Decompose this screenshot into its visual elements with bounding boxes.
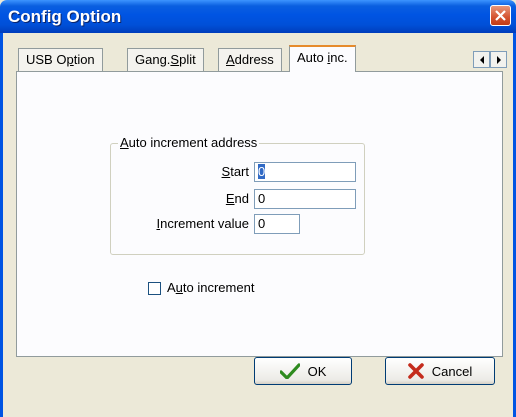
legend-rest: uto increment address bbox=[128, 135, 258, 150]
chk-label-post: to increment bbox=[182, 280, 255, 295]
increment-value: 0 bbox=[258, 216, 266, 231]
tab-scroll-left-button[interactable] bbox=[473, 51, 490, 68]
tab-label-key: p bbox=[66, 52, 74, 67]
cross-icon bbox=[407, 363, 424, 379]
tab-label-key: A bbox=[226, 52, 235, 67]
tab-scroll-arrows bbox=[473, 51, 507, 68]
tab-label-post: plit bbox=[179, 52, 196, 67]
auto-increment-label[interactable]: Auto increment bbox=[167, 280, 254, 295]
start-value: 0 bbox=[258, 164, 266, 179]
increment-label-rest: ncrement value bbox=[160, 216, 249, 231]
tab-label-pre: Gang. bbox=[135, 52, 171, 67]
tab-scroll-right-button[interactable] bbox=[490, 51, 507, 68]
start-label-key: S bbox=[221, 164, 231, 179]
chk-label-pre: A bbox=[167, 280, 176, 295]
start-field[interactable]: 0 bbox=[254, 162, 356, 182]
end-field[interactable]: 0 bbox=[254, 189, 356, 209]
arrow-right-icon bbox=[496, 55, 501, 64]
end-label: End bbox=[226, 191, 249, 206]
legend-key: A bbox=[120, 135, 129, 150]
cancel-label: Cancel bbox=[431, 363, 473, 379]
end-value: 0 bbox=[258, 191, 266, 206]
increment-field[interactable]: 0 bbox=[254, 214, 300, 234]
end-label-rest: nd bbox=[234, 191, 249, 206]
auto-increment-checkbox[interactable] bbox=[148, 282, 161, 295]
title-bar[interactable]: Config Option bbox=[0, 0, 516, 33]
tab-label-post: tion bbox=[73, 52, 95, 67]
start-label: Start bbox=[222, 164, 249, 179]
close-button[interactable] bbox=[490, 5, 511, 26]
tab-address[interactable]: Address bbox=[218, 48, 282, 72]
ok-label: OK bbox=[307, 363, 327, 379]
window-title: Config Option bbox=[8, 7, 122, 26]
cancel-button[interactable]: Cancel bbox=[385, 357, 495, 385]
group-legend: Auto increment address bbox=[118, 135, 260, 150]
arrow-left-icon bbox=[479, 55, 484, 64]
tab-label-post: nc. bbox=[330, 50, 348, 65]
ok-button[interactable]: OK bbox=[254, 357, 352, 385]
checkmark-icon bbox=[279, 363, 300, 379]
start-label-rest: tart bbox=[230, 164, 249, 179]
tab-label-post: ddress bbox=[234, 52, 274, 67]
tab-label-pre: USB O bbox=[26, 52, 67, 67]
tab-usb-option[interactable]: USB Option bbox=[18, 48, 103, 72]
tab-label-pre: Auto bbox=[297, 50, 328, 65]
close-icon bbox=[495, 10, 506, 21]
tab-auto-inc[interactable]: Auto inc. bbox=[289, 45, 356, 72]
window-border-left bbox=[0, 33, 3, 417]
tab-gang-split[interactable]: Gang.Split bbox=[127, 48, 204, 72]
chk-label-key: u bbox=[175, 280, 183, 295]
tab-label-key: S bbox=[170, 52, 180, 67]
end-label-key: E bbox=[225, 191, 235, 206]
increment-label: Increment value bbox=[156, 216, 249, 231]
